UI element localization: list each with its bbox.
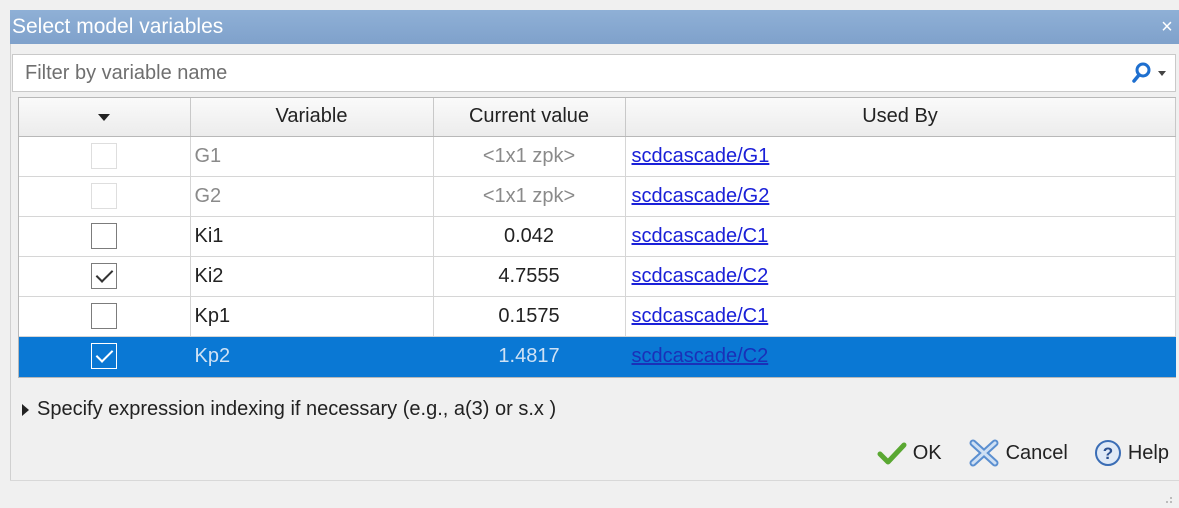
- help-icon: ?: [1094, 440, 1121, 466]
- used-by-link[interactable]: scdcascade/C2: [632, 265, 769, 287]
- row-checkbox[interactable]: [91, 343, 118, 369]
- used-by-cell: scdcascade/C2: [625, 256, 1176, 297]
- button-bar: OK Cancel ? Help: [877, 436, 1169, 470]
- search-icon: [1132, 62, 1166, 83]
- sort-down-icon: [98, 114, 111, 122]
- used-by-cell: scdcascade/C2: [625, 336, 1176, 377]
- search-button[interactable]: [1129, 59, 1169, 87]
- row-checkbox: [91, 143, 118, 169]
- used-by-link[interactable]: scdcascade/C1: [632, 225, 769, 247]
- cancel-button[interactable]: Cancel: [968, 439, 1068, 467]
- table-row[interactable]: Ki2 4.7555 scdcascade/C2: [19, 256, 1176, 297]
- used-by-link[interactable]: scdcascade/G1: [632, 145, 770, 167]
- row-checkbox-cell: [19, 136, 191, 177]
- expand-triangle-icon: [22, 403, 29, 416]
- current-value: <1x1 zpk>: [433, 136, 626, 177]
- used-by-link[interactable]: scdcascade/C2: [632, 345, 769, 367]
- row-checkbox-cell: [19, 336, 191, 377]
- current-value: 4.7555: [433, 256, 626, 297]
- variable-name: Ki2: [190, 256, 434, 297]
- used-by-cell: scdcascade/C1: [625, 216, 1176, 257]
- table-row[interactable]: Kp2 1.4817 scdcascade/C2: [19, 336, 1176, 377]
- table-header-row: Variable Current value Used By: [19, 98, 1176, 137]
- title-bar[interactable]: Select model variables ×: [10, 10, 1179, 44]
- status-bar: [10, 480, 1179, 508]
- x-icon: [969, 439, 999, 467]
- used-by-cell: scdcascade/G2: [625, 176, 1176, 217]
- svg-text:?: ?: [1103, 444, 1113, 463]
- row-checkbox-cell: [19, 296, 191, 337]
- row-checkbox[interactable]: [91, 303, 118, 329]
- resize-grip-icon[interactable]: [1163, 494, 1173, 504]
- current-value: <1x1 zpk>: [433, 176, 626, 217]
- table-row[interactable]: G2 <1x1 zpk> scdcascade/G2: [19, 176, 1176, 217]
- row-checkbox-cell: [19, 216, 191, 257]
- table-row[interactable]: G1 <1x1 zpk> scdcascade/G1: [19, 136, 1176, 177]
- used-by-cell: scdcascade/G1: [625, 136, 1176, 177]
- used-by-link[interactable]: scdcascade/G2: [632, 185, 770, 207]
- close-button[interactable]: ×: [1157, 10, 1177, 44]
- current-value: 0.1575: [433, 296, 626, 337]
- ok-button[interactable]: OK: [877, 441, 942, 465]
- variable-name: Kp2: [190, 336, 434, 377]
- window-title: Select model variables: [12, 15, 224, 38]
- variable-name: G1: [190, 136, 434, 177]
- current-value-column-header[interactable]: Current value: [433, 98, 626, 137]
- used-by-link[interactable]: scdcascade/C1: [632, 305, 769, 327]
- filter-box: [12, 54, 1176, 92]
- table-row[interactable]: Ki1 0.042 scdcascade/C1: [19, 216, 1176, 257]
- expression-indexing-label: Specify expression indexing if necessary…: [37, 398, 557, 420]
- current-value: 0.042: [433, 216, 626, 257]
- used-by-column-header[interactable]: Used By: [625, 98, 1176, 137]
- expression-indexing-toggle[interactable]: Specify expression indexing if necessary…: [22, 398, 556, 421]
- table-row[interactable]: Kp1 0.1575 scdcascade/C1: [19, 296, 1176, 337]
- variable-name: G2: [190, 176, 434, 217]
- row-checkbox-cell: [19, 256, 191, 297]
- check-icon: [877, 442, 907, 465]
- variable-column-header[interactable]: Variable: [190, 98, 434, 137]
- row-checkbox: [91, 183, 118, 209]
- select-column-header[interactable]: [19, 98, 191, 137]
- ok-label: OK: [912, 441, 942, 464]
- used-by-cell: scdcascade/C1: [625, 296, 1176, 337]
- row-checkbox-cell: [19, 176, 191, 217]
- variables-table: Variable Current value Used By G1 <1x1 zp…: [18, 97, 1176, 378]
- cancel-label: Cancel: [1005, 441, 1068, 464]
- variable-name: Kp1: [190, 296, 434, 337]
- help-button[interactable]: ? Help: [1094, 439, 1169, 467]
- chevron-down-icon: [1158, 71, 1166, 76]
- variable-name: Ki1: [190, 216, 434, 257]
- row-checkbox[interactable]: [91, 223, 118, 249]
- current-value: 1.4817: [433, 336, 626, 377]
- row-checkbox[interactable]: [91, 263, 118, 289]
- dialog-window: Select model variables × Filter by varia…: [0, 0, 1179, 508]
- help-label: Help: [1127, 441, 1169, 464]
- filter-input[interactable]: [13, 55, 1123, 91]
